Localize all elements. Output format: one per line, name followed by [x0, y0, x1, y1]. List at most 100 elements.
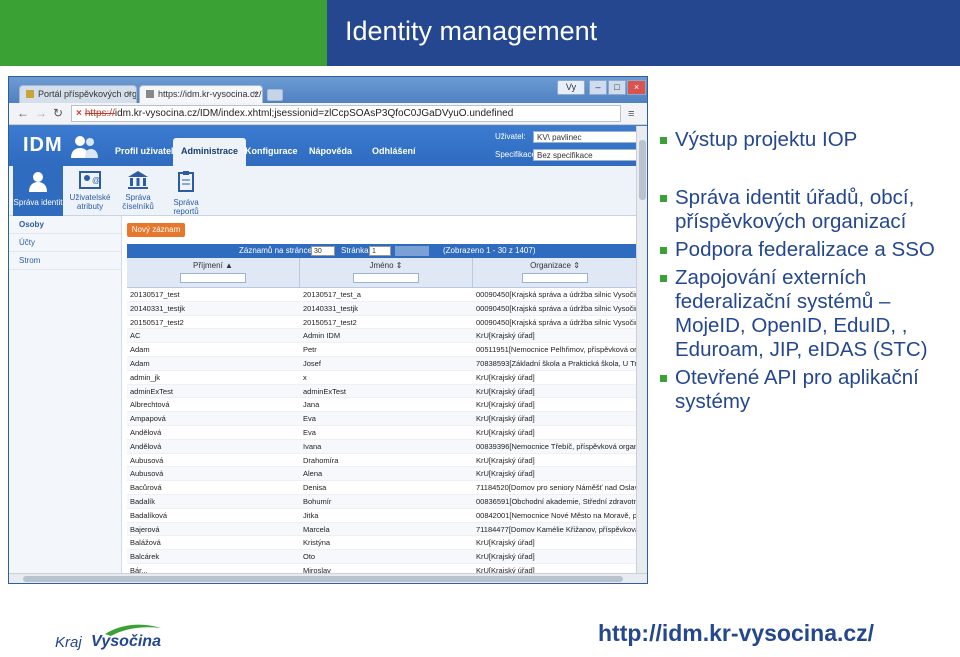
table-row[interactable]: Adam Petr 00511951[Nemocnice Pelhřimov, př…: [127, 343, 636, 357]
minimize-button[interactable]: –: [589, 80, 607, 95]
filter-input[interactable]: [353, 273, 419, 283]
back-icon[interactable]: ←: [17, 106, 29, 120]
new-record-button[interactable]: Nový záznam: [127, 223, 185, 237]
table-row[interactable]: Bajerová Marcela 71184477[Domov Kamélie Kř…: [127, 522, 636, 537]
table-row[interactable]: Bacůrová Denisa 71184520[Domov pro seniory…: [127, 481, 636, 495]
cell-prijmeni: Adam: [130, 358, 150, 368]
table-row[interactable]: 20130517_test 20130517_test_a 00090450[Kra…: [127, 288, 636, 302]
maximize-button[interactable]: □: [608, 80, 626, 95]
pager-nav-buttons[interactable]: [395, 246, 429, 256]
cell-prijmeni: adminExTest: [130, 386, 173, 396]
profile-button[interactable]: Vy: [557, 80, 585, 95]
bullet-item: Podpora federalizace a SSO: [660, 238, 952, 262]
tab-odhlaseni[interactable]: Odhlášení: [364, 138, 424, 166]
column-label: Příjmení: [193, 261, 223, 270]
table-body: 20130517_test 20130517_test_a 00090450[Kra…: [127, 288, 636, 573]
table-row[interactable]: Badalík Bohumír 00836591[Obchodní akademie…: [127, 494, 636, 509]
table-row[interactable]: Balcárek Oto KrU[Krajský úřad]: [127, 550, 636, 564]
cell-jmeno: Oto: [303, 552, 316, 562]
column-prijmeni[interactable]: Příjmení ▲: [127, 258, 300, 288]
address-bar[interactable]: × https://idm.kr-vysocina.cz/IDM/index.xh…: [71, 105, 621, 122]
subitem-sprava-reportu[interactable]: Správa reportů: [161, 166, 211, 216]
table-row[interactable]: Bár... Miroslav KrU[Krajský úřad]: [127, 564, 636, 573]
user-attributes-icon: @: [79, 171, 101, 189]
pager-range: (Zobrazeno 1 - 30 z 1407): [443, 246, 536, 255]
new-tab-button[interactable]: [267, 89, 283, 101]
browser-tab-1[interactable]: Portál příspěvkových org ×: [19, 85, 137, 103]
cell-jmeno: Alena: [303, 469, 323, 479]
records-per-page-select[interactable]: 30: [311, 246, 335, 256]
table-row[interactable]: Andělová Eva KrU[Krajský úřad]: [127, 426, 636, 440]
table-row[interactable]: Aubusová Drahomíra KrU[Krajský úřad]: [127, 454, 636, 468]
tab-label: Portál příspěvkových org: [38, 89, 137, 99]
specification-select[interactable]: Bez specifikace: [533, 149, 636, 161]
vertical-scrollbar[interactable]: [636, 126, 647, 573]
cell-organizace: KrU[Krajský úřad]: [476, 400, 535, 410]
forward-icon[interactable]: →: [35, 106, 47, 120]
cell-prijmeni: Aubusová: [130, 455, 164, 465]
reload-icon[interactable]: ↻: [53, 106, 63, 120]
subitem-uzivatelske-atributy[interactable]: @ Uživatelské atributy: [65, 166, 115, 216]
tab-napoveda[interactable]: Nápověda: [301, 138, 360, 166]
pager-bar: Záznamů na stránce 30 Stránka 1 (Zobraze…: [127, 244, 636, 258]
close-tab-icon[interactable]: ×: [253, 88, 258, 98]
table-row[interactable]: admin_jk x KrU[Krajský úřad]: [127, 371, 636, 385]
cell-prijmeni: Ampapová: [130, 414, 166, 424]
horizontal-scrollbar[interactable]: [9, 573, 647, 583]
cell-organizace: 00090450[Krajská správa a údržba silnic …: [476, 317, 636, 327]
cell-organizace: KrU[Krajský úřad]: [476, 414, 535, 424]
tab-administrace[interactable]: Administrace: [173, 138, 247, 166]
table-row[interactable]: adminExTest adminExTest KrU[Krajský úřad]: [127, 384, 636, 399]
filter-input[interactable]: [180, 273, 246, 283]
cell-organizace: KrU[Krajský úřad]: [476, 427, 535, 437]
people-icon: [71, 136, 98, 158]
bullet-item: Otevřené API pro aplikační systémy: [660, 366, 952, 414]
cell-organizace: KrU[Krajský úřad]: [476, 552, 535, 562]
subitem-sprava-ciselniku[interactable]: Správa číselníků: [115, 166, 161, 216]
filter-input[interactable]: [522, 273, 588, 283]
table-row[interactable]: 20140331_testjk 20140331_testjk 00090450[K…: [127, 301, 636, 316]
insecure-icon: ×: [76, 108, 82, 119]
cell-organizace: KrU[Krajský úřad]: [476, 386, 535, 396]
cell-jmeno: Petr: [303, 345, 317, 355]
table-row[interactable]: Adam Josef 70838593[Základní škola a Prakt…: [127, 356, 636, 371]
cell-prijmeni: Bár...: [130, 565, 148, 573]
close-tab-icon[interactable]: ×: [127, 88, 132, 98]
cell-jmeno: Jana: [303, 400, 320, 410]
cell-jmeno: Ivana: [303, 441, 322, 451]
footer-url[interactable]: http://idm.kr-vysocina.cz/: [598, 620, 874, 647]
leftnav-item-osoby[interactable]: Osoby: [9, 216, 121, 234]
cell-organizace: 00090450[Krajská správa a údržba silnic …: [476, 303, 636, 313]
table-row[interactable]: 20150517_test2 20150517_test2 00090450[Kra…: [127, 316, 636, 330]
leftnav-item-strom[interactable]: Strom: [9, 252, 121, 270]
leftnav-item-ucty[interactable]: Účty: [9, 234, 121, 252]
cell-prijmeni: 20130517_test: [130, 290, 180, 299]
cell-prijmeni: Bajerová: [130, 524, 160, 534]
subitem-sprava-identit[interactable]: Správa identit: [13, 166, 63, 216]
table-row[interactable]: Balážová Kristýna KrU[Krajský úřad]: [127, 536, 636, 551]
cell-prijmeni: Andělová: [130, 441, 162, 451]
slide: Identity management Portál příspěvkových…: [0, 0, 960, 657]
table-row[interactable]: Ampapová Eva KrU[Krajský úřad]: [127, 412, 636, 426]
column-jmeno[interactable]: Jméno ⇕: [300, 258, 473, 288]
browser-tab-2[interactable]: https://idm.kr-vysocina.cz/ID ×: [139, 85, 263, 103]
table-row[interactable]: Badalíková Jitka 00842001[Nemocnice Nové M…: [127, 509, 636, 523]
table-row[interactable]: Albrechtová Jana KrU[Krajský úřad]: [127, 398, 636, 413]
header-green-band: [0, 0, 327, 66]
column-organizace[interactable]: Organizace ⇕: [473, 258, 636, 288]
cell-prijmeni: Badalík: [130, 496, 156, 506]
tab-label: https://idm.kr-vysocina.cz/ID: [158, 89, 263, 99]
sort-icon: ⇕: [573, 261, 580, 270]
table-row[interactable]: Aubusová Alena KrU[Krajský úřad]: [127, 467, 636, 482]
user-field[interactable]: KV\ pavlinec: [533, 131, 636, 143]
menu-icon[interactable]: ≡: [628, 108, 634, 120]
specification-label: Specifikace:: [495, 150, 539, 159]
page-select[interactable]: 1: [369, 246, 391, 256]
bullet-list: Výstup projektu IOP Správa identit úřadů…: [660, 128, 952, 414]
cell-organizace: 71184520[Domov pro seniory Náměšť nad Os…: [476, 483, 636, 493]
cell-jmeno: 20130517_test_a: [303, 290, 361, 299]
table-row[interactable]: AC Admin IDM KrU[Krajský úřad]: [127, 329, 636, 344]
table-row[interactable]: Andělová Ivana 00839396[Nemocnice Třebíč, …: [127, 439, 636, 454]
close-window-button[interactable]: ×: [627, 80, 646, 95]
tab-konfigurace[interactable]: Konfigurace: [237, 138, 306, 166]
